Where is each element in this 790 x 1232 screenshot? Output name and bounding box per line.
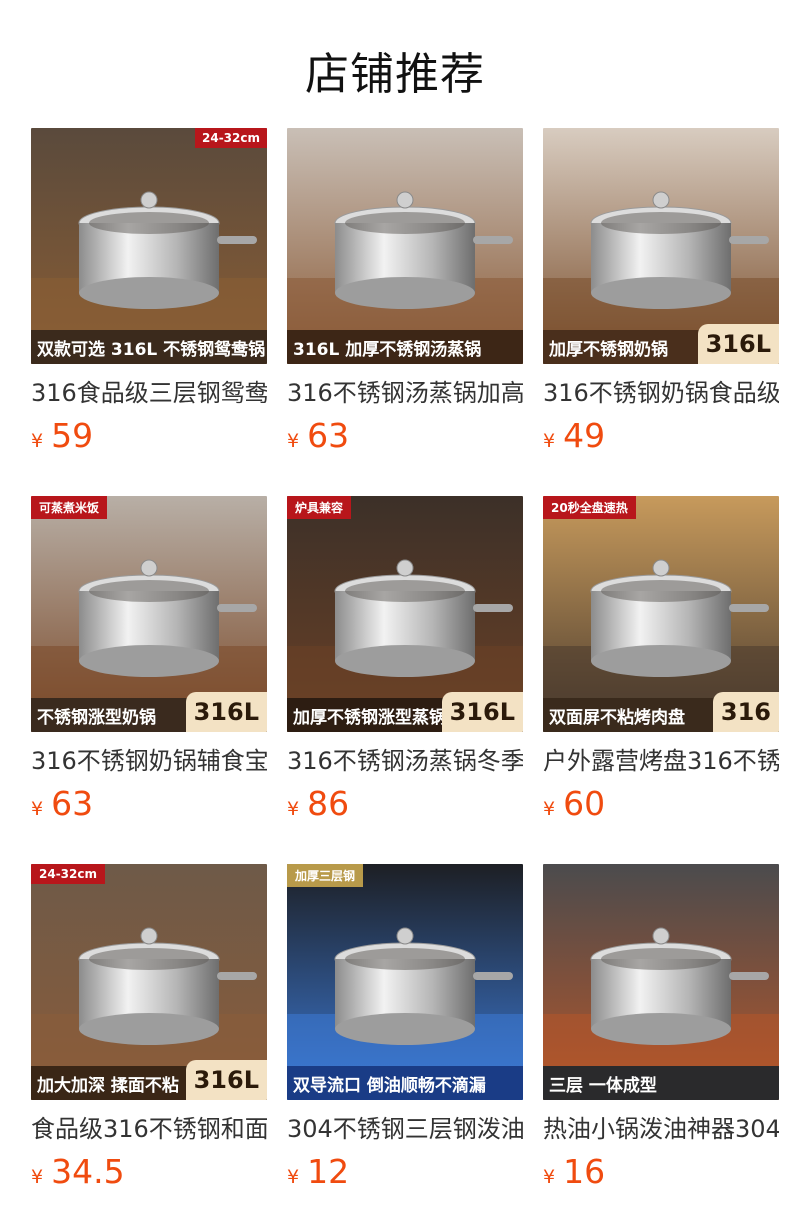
- product-card[interactable]: 可蒸煮米饭 不锈钢涨型奶锅 316L 316不锈钢奶锅辅食宝宝 ¥63: [31, 496, 267, 823]
- currency-symbol: ¥: [543, 1166, 556, 1188]
- promo-badge: 炉具兼容: [287, 496, 352, 519]
- price-value: 16: [563, 1152, 606, 1191]
- product-name[interactable]: 316食品级三层钢鸳鸯锅: [31, 376, 267, 410]
- product-name[interactable]: 316不锈钢奶锅食品级: [543, 376, 779, 410]
- product-card[interactable]: 24-32cm 双款可选 316L 不锈钢鸳鸯锅 316食品级三层钢鸳鸯锅 ¥59: [31, 128, 267, 455]
- product-price: ¥16: [543, 1152, 779, 1191]
- product-price: ¥63: [31, 784, 267, 823]
- material-tag: 316L: [441, 692, 523, 732]
- material-tag: 316L: [185, 692, 267, 732]
- product-banner: 三层 一体成型: [543, 1066, 779, 1100]
- product-image[interactable]: 20秒全盘速热 双面屏不粘烤肉盘 316: [543, 496, 779, 732]
- product-banner: 双导流口 倒油顺畅不滴漏: [287, 1066, 523, 1100]
- currency-symbol: ¥: [543, 798, 556, 820]
- product-name[interactable]: 316不锈钢汤蒸锅冬季: [287, 744, 523, 778]
- currency-symbol: ¥: [31, 1166, 44, 1188]
- product-name[interactable]: 户外露营烤盘316不锈钢: [543, 744, 779, 778]
- product-price: ¥12: [287, 1152, 523, 1191]
- price-value: 63: [51, 784, 94, 823]
- product-name[interactable]: 热油小锅泼油神器304: [543, 1112, 779, 1146]
- product-image[interactable]: 可蒸煮米饭 不锈钢涨型奶锅 316L: [31, 496, 267, 732]
- product-card[interactable]: 炉具兼容 加厚不锈钢涨型蒸锅 316L 316不锈钢汤蒸锅冬季 ¥86: [287, 496, 523, 823]
- promo-badge: 24-32cm: [195, 128, 267, 148]
- product-card[interactable]: 加厚三层钢双导流口 倒油顺畅不滴漏 304不锈钢三层钢泼油锅 ¥12: [287, 864, 523, 1191]
- product-price: ¥59: [31, 416, 267, 455]
- product-image[interactable]: 加厚三层钢双导流口 倒油顺畅不滴漏: [287, 864, 523, 1100]
- product-name[interactable]: 316不锈钢汤蒸锅加高: [287, 376, 523, 410]
- product-name[interactable]: 食品级316不锈钢和面盆: [31, 1112, 267, 1146]
- product-banner: 316L 加厚不锈钢汤蒸锅: [287, 330, 523, 364]
- promo-badge: 24-32cm: [31, 864, 105, 884]
- product-image[interactable]: 24-32cm 双款可选 316L 不锈钢鸳鸯锅: [31, 128, 267, 364]
- material-tag: 316L: [185, 1060, 267, 1100]
- product-price: ¥86: [287, 784, 523, 823]
- price-value: 60: [563, 784, 606, 823]
- product-price: ¥63: [287, 416, 523, 455]
- currency-symbol: ¥: [287, 430, 300, 452]
- currency-symbol: ¥: [31, 798, 44, 820]
- product-price: ¥34.5: [31, 1152, 267, 1191]
- product-image[interactable]: 24-32cm 加大加深 揉面不粘 316L: [31, 864, 267, 1100]
- price-value: 49: [563, 416, 606, 455]
- product-name[interactable]: 304不锈钢三层钢泼油锅: [287, 1112, 523, 1146]
- product-image[interactable]: 加厚不锈钢奶锅 316L: [543, 128, 779, 364]
- product-image[interactable]: 炉具兼容 加厚不锈钢涨型蒸锅 316L: [287, 496, 523, 732]
- cookware-icon: [543, 864, 779, 1100]
- product-card[interactable]: 20秒全盘速热 双面屏不粘烤肉盘 316 户外露营烤盘316不锈钢 ¥60: [543, 496, 779, 823]
- product-banner: 双款可选 316L 不锈钢鸳鸯锅: [31, 330, 267, 364]
- product-name[interactable]: 316不锈钢奶锅辅食宝宝: [31, 744, 267, 778]
- price-value: 63: [307, 416, 350, 455]
- currency-symbol: ¥: [543, 430, 556, 452]
- product-card[interactable]: 加厚不锈钢奶锅 316L 316不锈钢奶锅食品级 ¥49: [543, 128, 779, 455]
- material-tag: 316: [712, 692, 779, 732]
- product-image[interactable]: 316L 加厚不锈钢汤蒸锅: [287, 128, 523, 364]
- promo-badge: 可蒸煮米饭: [31, 496, 108, 519]
- cookware-icon: [287, 128, 523, 364]
- product-image[interactable]: 三层 一体成型: [543, 864, 779, 1100]
- price-value: 34.5: [51, 1152, 125, 1191]
- page-title: 店铺推荐: [305, 49, 485, 100]
- currency-symbol: ¥: [31, 430, 44, 452]
- price-value: 12: [307, 1152, 350, 1191]
- product-card[interactable]: 三层 一体成型 热油小锅泼油神器304 ¥16: [543, 864, 779, 1191]
- material-tag: 316L: [697, 324, 779, 364]
- product-price: ¥60: [543, 784, 779, 823]
- currency-symbol: ¥: [287, 1166, 300, 1188]
- price-value: 86: [307, 784, 350, 823]
- promo-badge: 加厚三层钢: [287, 864, 364, 887]
- currency-symbol: ¥: [287, 798, 300, 820]
- promo-badge: 20秒全盘速热: [543, 496, 636, 519]
- product-card[interactable]: 316L 加厚不锈钢汤蒸锅 316不锈钢汤蒸锅加高 ¥63: [287, 128, 523, 455]
- product-card[interactable]: 24-32cm 加大加深 揉面不粘 316L 食品级316不锈钢和面盆 ¥34.5: [31, 864, 267, 1191]
- cookware-icon: [31, 128, 267, 364]
- price-value: 59: [51, 416, 94, 455]
- product-price: ¥49: [543, 416, 779, 455]
- cookware-icon: [287, 864, 523, 1100]
